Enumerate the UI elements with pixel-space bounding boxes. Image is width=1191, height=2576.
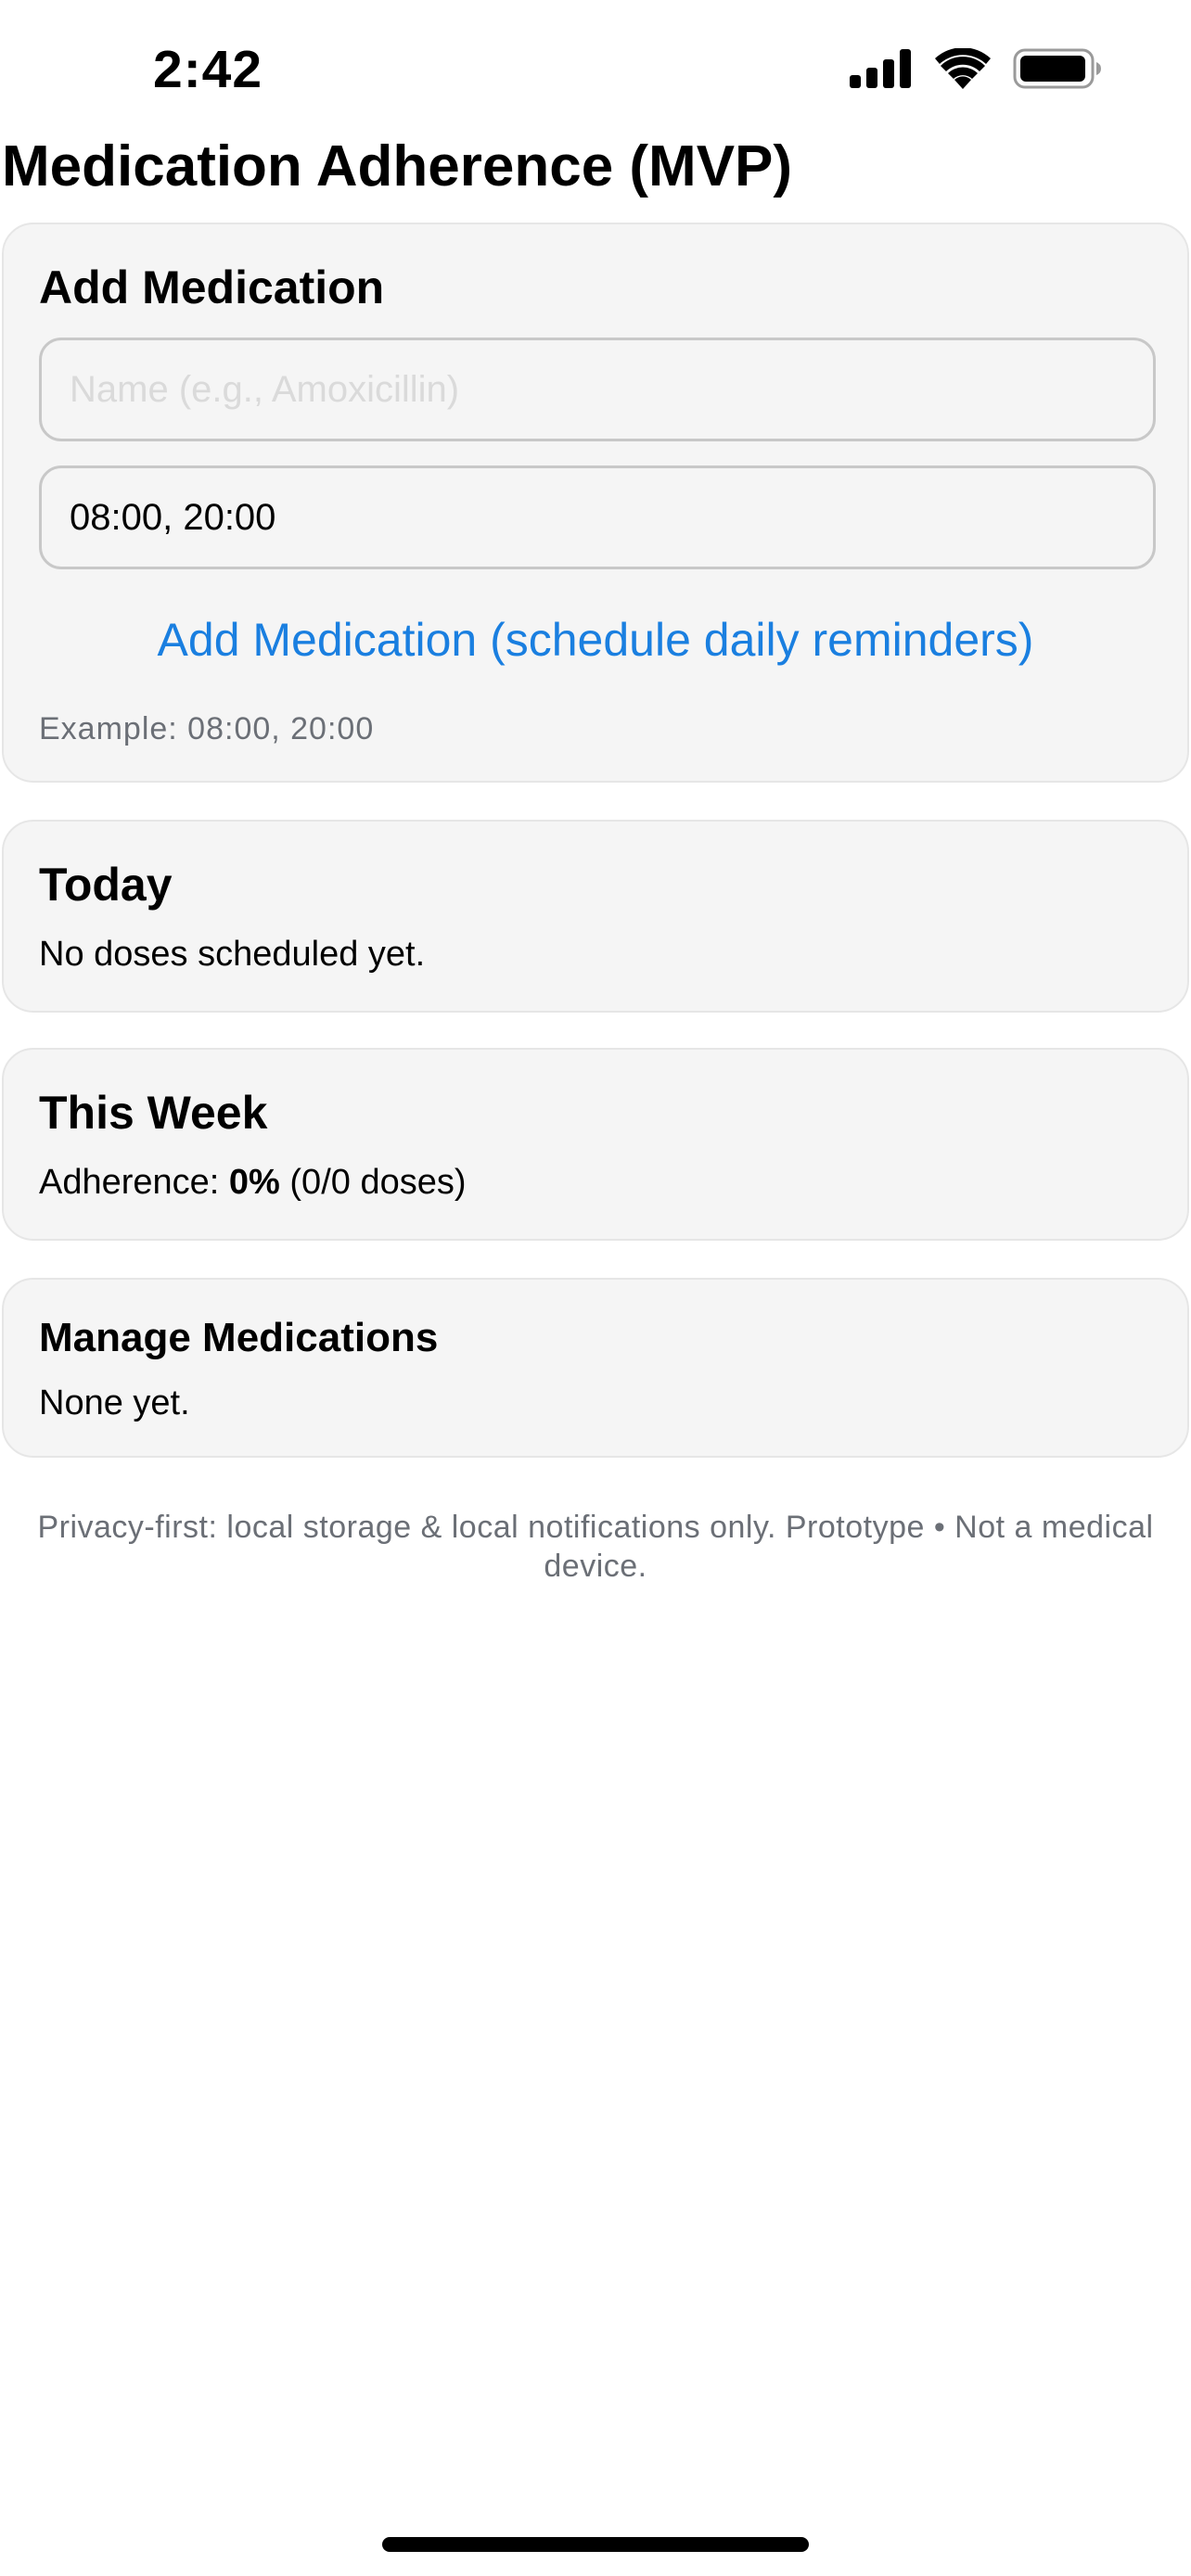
adherence-summary: Adherence: 0% (0/0 doses) (39, 1159, 467, 1205)
dose-times-input[interactable] (39, 465, 1156, 569)
manage-medications-card: Manage Medications None yet. (2, 1278, 1189, 1458)
status-bar: 2:42 (0, 0, 1191, 139)
this-week-card: This Week Adherence: 0% (0/0 doses) (2, 1048, 1189, 1241)
manage-medications-title: Manage Medications (39, 1315, 439, 1360)
add-medication-card: Add Medication Add Medication (schedule … (2, 223, 1189, 783)
adherence-detail: (0/0 doses) (279, 1163, 467, 1202)
home-indicator[interactable] (382, 2537, 809, 2552)
page-title: Medication Adherence (MVP) (2, 134, 793, 198)
add-medication-title: Add Medication (39, 261, 385, 313)
today-card: Today No doses scheduled yet. (2, 820, 1189, 1013)
status-time: 2:42 (153, 40, 263, 99)
add-medication-button[interactable]: Add Medication (schedule daily reminders… (4, 610, 1187, 670)
manage-medications-message: None yet. (39, 1384, 190, 1422)
wifi-icon (935, 46, 991, 94)
today-message: No doses scheduled yet. (39, 935, 426, 974)
status-icons (850, 46, 1102, 94)
privacy-footer: Privacy-first: local storage & local not… (37, 1510, 1154, 1584)
medication-name-input[interactable] (39, 338, 1156, 441)
battery-icon (1013, 48, 1102, 94)
cellular-signal-icon (850, 48, 913, 93)
adherence-percent: 0% (228, 1163, 280, 1202)
adherence-label: Adherence: (39, 1163, 229, 1202)
times-example-hint: Example: 08:00, 20:00 (39, 711, 375, 746)
this-week-title: This Week (39, 1087, 268, 1139)
today-title: Today (39, 859, 173, 911)
